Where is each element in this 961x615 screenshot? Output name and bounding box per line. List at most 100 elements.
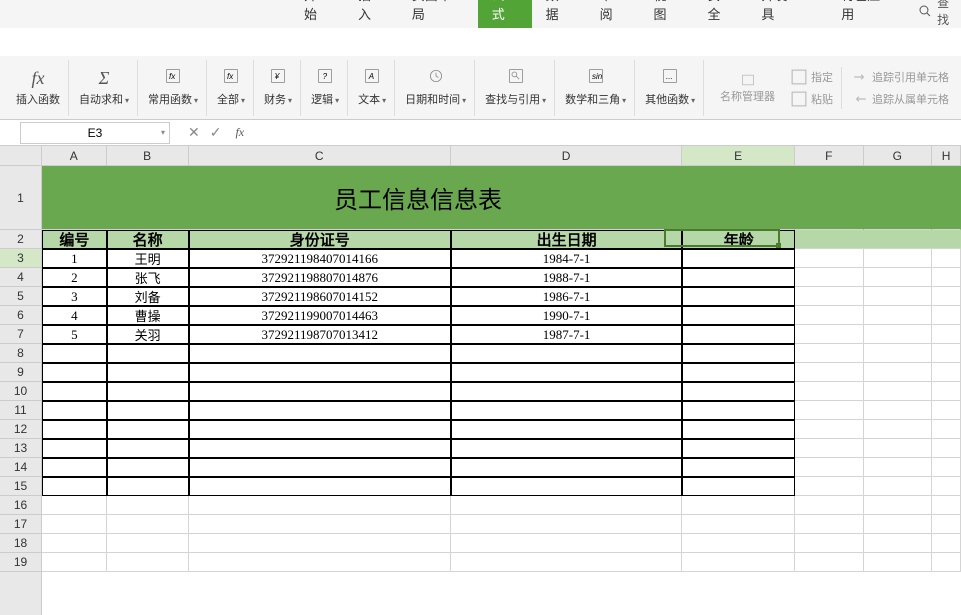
table-cell[interactable] — [451, 458, 682, 477]
trace-precedents-button[interactable]: 追踪引用单元格 — [848, 67, 953, 87]
table-cell[interactable] — [42, 458, 107, 477]
cell[interactable] — [864, 534, 932, 553]
select-all-corner[interactable] — [0, 146, 42, 166]
cell[interactable] — [795, 515, 863, 534]
cell[interactable] — [42, 515, 107, 534]
cell[interactable] — [795, 553, 863, 572]
cell[interactable] — [795, 306, 863, 325]
cell[interactable] — [864, 458, 932, 477]
cell[interactable] — [189, 553, 451, 572]
row-header-19[interactable]: 19 — [0, 553, 41, 572]
cell[interactable] — [795, 344, 863, 363]
row-header-3[interactable]: 3 — [0, 249, 41, 268]
table-cell[interactable] — [451, 420, 682, 439]
cell[interactable] — [932, 306, 961, 325]
table-cell[interactable]: 2 — [42, 268, 107, 287]
row-header-2[interactable]: 2 — [0, 230, 41, 249]
table-cell[interactable] — [189, 344, 451, 363]
table-cell[interactable] — [189, 439, 451, 458]
cell[interactable] — [932, 382, 961, 401]
cell[interactable] — [451, 496, 682, 515]
cell[interactable] — [107, 553, 189, 572]
row-header-16[interactable]: 16 — [0, 496, 41, 515]
cell[interactable] — [932, 268, 961, 287]
tab-view[interactable]: 视图 — [640, 0, 694, 28]
cell[interactable] — [864, 420, 932, 439]
row-header-15[interactable]: 15 — [0, 477, 41, 496]
cell[interactable] — [932, 515, 961, 534]
cell[interactable] — [932, 534, 961, 553]
table-cell[interactable] — [682, 363, 795, 382]
tab-page-layout[interactable]: 页面布局 — [398, 0, 478, 28]
table-cell[interactable] — [107, 382, 189, 401]
cell[interactable] — [189, 534, 451, 553]
cell[interactable] — [932, 287, 961, 306]
cell[interactable] — [107, 515, 189, 534]
table-cell[interactable] — [42, 401, 107, 420]
math-functions-button[interactable]: sin 数学和三角 — [557, 60, 635, 116]
tab-formulas[interactable]: 公式 — [478, 0, 532, 28]
table-cell[interactable] — [107, 344, 189, 363]
tab-review[interactable]: 审阅 — [586, 0, 640, 28]
cell[interactable] — [42, 496, 107, 515]
cell[interactable] — [795, 534, 863, 553]
cell[interactable] — [864, 496, 932, 515]
cell[interactable] — [107, 534, 189, 553]
row-header-6[interactable]: 6 — [0, 306, 41, 325]
table-cell[interactable]: 372921198607014152 — [189, 287, 451, 306]
table-cell[interactable] — [42, 382, 107, 401]
col-header-C[interactable]: C — [189, 146, 451, 165]
col-header-H[interactable]: H — [932, 146, 961, 165]
table-cell[interactable] — [451, 477, 682, 496]
col-header-F[interactable]: F — [795, 146, 863, 165]
cell[interactable] — [932, 420, 961, 439]
cell[interactable] — [932, 496, 961, 515]
cell[interactable] — [864, 287, 932, 306]
row-header-10[interactable]: 10 — [0, 382, 41, 401]
insert-function-button[interactable]: fx 插入函数 — [8, 60, 69, 116]
cell[interactable] — [864, 306, 932, 325]
cell[interactable] — [864, 344, 932, 363]
other-functions-button[interactable]: ... 其他函数 — [637, 60, 704, 116]
tab-developer[interactable]: 开发工具 — [747, 0, 827, 28]
define-name-button[interactable]: 指定 — [787, 67, 837, 87]
table-cell[interactable] — [451, 363, 682, 382]
cell[interactable] — [932, 458, 961, 477]
row-header-4[interactable]: 4 — [0, 268, 41, 287]
row-header-11[interactable]: 11 — [0, 401, 41, 420]
cell[interactable] — [42, 553, 107, 572]
autosum-button[interactable]: Σ 自动求和 — [71, 60, 138, 116]
tab-start[interactable]: 开始 — [290, 0, 344, 28]
row-header-14[interactable]: 14 — [0, 458, 41, 477]
table-cell[interactable] — [682, 477, 795, 496]
paste-name-button[interactable]: 粘贴 — [787, 89, 837, 109]
cell[interactable] — [795, 382, 863, 401]
name-box[interactable]: E3 — [20, 122, 170, 144]
cell[interactable] — [189, 496, 451, 515]
table-cell[interactable] — [107, 477, 189, 496]
col-header-G[interactable]: G — [864, 146, 932, 165]
table-cell[interactable] — [42, 363, 107, 382]
cell[interactable] — [932, 249, 961, 268]
table-cell[interactable] — [451, 439, 682, 458]
table-cell[interactable]: 曹操 — [107, 306, 189, 325]
cell[interactable] — [932, 439, 961, 458]
cell[interactable] — [42, 534, 107, 553]
fx-icon[interactable]: fx — [229, 125, 250, 140]
row-header-13[interactable]: 13 — [0, 439, 41, 458]
table-cell[interactable] — [42, 477, 107, 496]
table-cell[interactable]: 1984-7-1 — [451, 249, 682, 268]
common-functions-button[interactable]: fx 常用函数 — [140, 60, 207, 116]
table-header[interactable]: 身份证号 — [189, 230, 451, 249]
table-cell[interactable] — [107, 401, 189, 420]
row-header-17[interactable]: 17 — [0, 515, 41, 534]
cell[interactable] — [795, 439, 863, 458]
logic-functions-button[interactable]: ? 逻辑 — [303, 60, 348, 116]
table-cell[interactable]: 1988-7-1 — [451, 268, 682, 287]
cell[interactable] — [189, 515, 451, 534]
table-cell[interactable] — [451, 382, 682, 401]
cell[interactable] — [932, 477, 961, 496]
name-manager-button[interactable]: 名称管理器 — [712, 70, 783, 106]
table-cell[interactable]: 王明 — [107, 249, 189, 268]
cell[interactable] — [451, 553, 682, 572]
